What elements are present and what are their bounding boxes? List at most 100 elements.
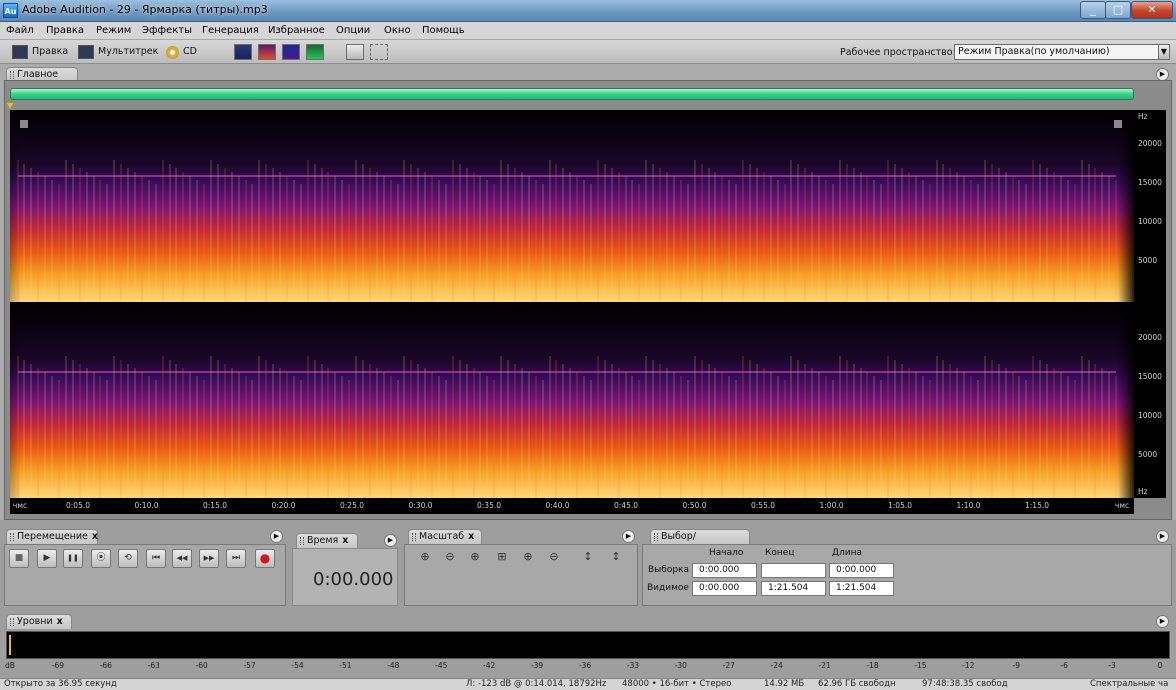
selection-end-field[interactable] bbox=[761, 563, 826, 578]
minimize-button[interactable]: _ bbox=[1080, 1, 1106, 19]
tab-main-label: Главное bbox=[17, 69, 59, 80]
hz-label: 10000 bbox=[1138, 217, 1162, 226]
timeline-tick-label: 0:15.0 bbox=[203, 501, 227, 510]
panel-menu-icon[interactable]: ▶ bbox=[384, 534, 397, 547]
time-selection-tool-icon[interactable] bbox=[346, 44, 364, 60]
menu-file[interactable]: Файл bbox=[6, 25, 34, 36]
workspace-label: Рабочее пространство: bbox=[840, 47, 956, 58]
workspace-dropdown[interactable]: Режим Правка(по умолчанию) bbox=[954, 44, 1160, 60]
overview-bar[interactable] bbox=[10, 88, 1134, 100]
status-cursor: Л: -123 dB @ 0:14.014, 18792Hz bbox=[466, 679, 607, 689]
zoom-out-vertical-icon[interactable]: ↕ bbox=[608, 550, 624, 566]
spectral-display[interactable] bbox=[10, 110, 1134, 498]
tab-zoom-label: Масштаб bbox=[419, 531, 465, 542]
level-scale: dB -69 -66 -63 -60 -57 -54 -51 -48 -45 -42 -39 -36 -3… bbox=[5, 659, 1170, 674]
tab-transport-label: Перемещение bbox=[17, 531, 88, 542]
stop-button[interactable]: ■ bbox=[9, 549, 29, 568]
rewind-button[interactable]: ◀◀ bbox=[172, 549, 192, 568]
menu-window[interactable]: Окно bbox=[384, 25, 411, 36]
panel-menu-icon[interactable]: ▶ bbox=[1156, 530, 1169, 543]
play-from-cursor-button[interactable]: ⦿ bbox=[91, 549, 111, 568]
view-length-field[interactable]: 1:21.504 bbox=[829, 581, 894, 596]
menu-edit[interactable]: Правка bbox=[46, 25, 84, 36]
zoom-in-vertical-icon[interactable]: ↕ bbox=[580, 550, 596, 566]
app-icon: Au bbox=[3, 3, 18, 18]
hz-unit-top: Hz bbox=[1138, 112, 1148, 121]
panel-menu-icon[interactable]: ▶ bbox=[270, 530, 283, 543]
tab-zoom[interactable]: Масштаб x bbox=[408, 529, 482, 544]
time-panel: 0:00.000 bbox=[292, 548, 398, 606]
view-end-field[interactable]: 1:21.504 bbox=[761, 581, 826, 596]
hz-unit-bottom: Hz bbox=[1138, 487, 1148, 496]
level-scale-label: -36 bbox=[578, 661, 592, 670]
close-icon[interactable]: x bbox=[57, 616, 63, 627]
playhead-marker-icon[interactable]: ▼ bbox=[7, 101, 13, 110]
lasso-tool-icon[interactable] bbox=[394, 44, 412, 60]
tab-levels-label: Уровни bbox=[17, 616, 53, 627]
close-icon[interactable]: x bbox=[342, 535, 348, 546]
healing-brush-icon[interactable] bbox=[442, 44, 460, 60]
hz-label: 15000 bbox=[1138, 178, 1162, 187]
loop-button[interactable]: ⟲ bbox=[118, 549, 138, 568]
timeline-tick-label: 1:10.0 bbox=[956, 501, 981, 510]
close-button[interactable]: ✕ bbox=[1131, 1, 1173, 19]
menu-view[interactable]: Режим bbox=[96, 25, 131, 36]
tab-time[interactable]: Время x bbox=[296, 533, 358, 548]
chevron-down-icon[interactable]: ▼ bbox=[1158, 44, 1170, 60]
menu-options[interactable]: Опции bbox=[336, 25, 370, 36]
zoom-in-amplitude-icon[interactable]: ⊕ bbox=[417, 550, 433, 566]
menu-help[interactable]: Помощь bbox=[422, 25, 465, 36]
fast-forward-button[interactable]: ▶▶ bbox=[199, 549, 219, 568]
zoom-right-icon[interactable]: ⊖ bbox=[546, 550, 562, 566]
column-length-label: Длина bbox=[832, 548, 863, 558]
close-icon[interactable]: x bbox=[468, 531, 474, 542]
timeline-tick-label: 0:05.0 bbox=[66, 501, 90, 510]
multitrack-icon bbox=[78, 45, 94, 59]
level-scale-label: -66 bbox=[99, 661, 112, 670]
zoom-corner-right-icon[interactable] bbox=[1114, 120, 1122, 128]
zoom-left-icon[interactable]: ⊕ bbox=[520, 550, 536, 566]
selection-start-field[interactable]: 0:00.000 bbox=[692, 563, 757, 578]
menu-favorites[interactable]: Избранное bbox=[268, 25, 325, 36]
selection-length-field[interactable]: 0:00.000 bbox=[829, 563, 894, 578]
tab-levels[interactable]: Уровни x bbox=[6, 614, 72, 629]
maximize-button[interactable]: □ bbox=[1105, 1, 1131, 19]
close-icon[interactable]: x bbox=[92, 531, 98, 542]
level-scale-label: -9 bbox=[1012, 661, 1020, 670]
multitrack-view-button[interactable]: Мультитрек bbox=[78, 44, 158, 60]
zoom-full-icon[interactable]: ⊞ bbox=[494, 550, 510, 566]
level-scale-label: 0 bbox=[1157, 661, 1163, 670]
scrub-tool-icon[interactable] bbox=[466, 44, 484, 60]
pan-display-button[interactable] bbox=[282, 44, 300, 60]
timeline-ruler[interactable]: чмс чмс 0:05.0 0:10.0 0:15.0 0:20.0 0:25.0 0:… bbox=[10, 498, 1134, 514]
zoom-in-icon[interactable]: ⊕ bbox=[467, 550, 483, 566]
cd-view-label: CD bbox=[183, 46, 197, 57]
level-scale-label: -51 bbox=[339, 661, 352, 670]
cd-icon bbox=[166, 45, 179, 59]
waveform-display-button[interactable] bbox=[234, 44, 252, 60]
pause-button[interactable]: ❚❚ bbox=[63, 549, 83, 568]
marquee-tool-icon[interactable] bbox=[370, 44, 388, 60]
panel-menu-icon[interactable]: ▶ bbox=[1156, 615, 1169, 628]
go-to-start-button[interactable]: ⏮ bbox=[146, 549, 166, 568]
record-button[interactable]: ● bbox=[255, 549, 275, 568]
zoom-out-amplitude-icon[interactable]: ⊖ bbox=[442, 550, 458, 566]
menu-generate[interactable]: Генерация bbox=[202, 25, 259, 36]
go-to-end-button[interactable]: ⏭ bbox=[226, 549, 246, 568]
level-scale-label: -21 bbox=[818, 661, 831, 670]
brush-tool-icon[interactable] bbox=[418, 44, 436, 60]
status-bar: Открыто за 36.95 секунд Л: -123 dB @ 0:1… bbox=[0, 678, 1176, 690]
play-button[interactable]: ▶ bbox=[37, 549, 57, 568]
edit-view-button[interactable]: Правка bbox=[12, 44, 68, 60]
spectral-display-button[interactable] bbox=[258, 44, 276, 60]
column-end-label: Конец bbox=[765, 548, 795, 558]
cd-view-button[interactable]: CD bbox=[166, 44, 197, 60]
menu-effects[interactable]: Эффекты bbox=[142, 25, 192, 36]
tab-transport[interactable]: Перемещение x bbox=[6, 529, 98, 544]
tab-time-label: Время bbox=[307, 535, 339, 546]
zoom-corner-left-icon[interactable] bbox=[20, 120, 28, 128]
view-start-field[interactable]: 0:00.000 bbox=[692, 581, 757, 596]
panel-menu-icon[interactable]: ▶ bbox=[622, 530, 635, 543]
tab-selection-view[interactable]: Выбор/Видимоеx bbox=[650, 529, 750, 555]
phase-display-button[interactable] bbox=[306, 44, 324, 60]
